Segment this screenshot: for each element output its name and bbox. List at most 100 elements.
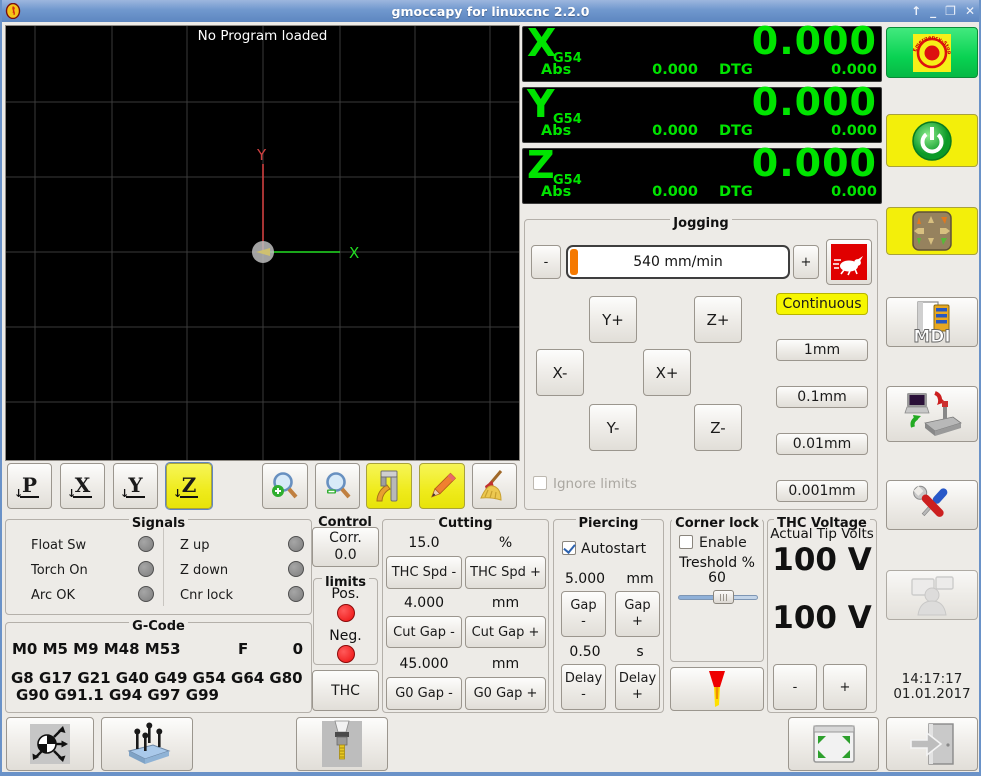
active-g-codes-line2: G90 G91.1 G94 G97 G99: [16, 686, 219, 704]
dimensions-button[interactable]: [366, 463, 412, 509]
touch-plate-icon: [127, 722, 171, 764]
increment-0001mm-button[interactable]: 0.001mm: [776, 480, 868, 502]
threshold-slider[interactable]: [678, 590, 758, 604]
thc-speed-value: 15.0: [408, 535, 440, 551]
zoom-in-button[interactable]: [262, 463, 308, 509]
minimize-button[interactable]: _: [930, 4, 936, 18]
view-x-button[interactable]: ↓ X: [60, 463, 105, 509]
x-axis-label: X: [349, 244, 359, 262]
dro-axis-y[interactable]: Y G54 0.000 Abs 0.000 DTG 0.000: [522, 80, 882, 143]
dro-y-dtg-label: DTG: [719, 123, 753, 139]
mdi-icon-text: MDI: [913, 327, 950, 345]
limit-pos-label: Pos.: [331, 586, 360, 602]
gremlin-preview[interactable]: Y X No Program loaded: [5, 25, 520, 461]
dro-z-dtg-label: DTG: [719, 184, 753, 200]
jog-y-plus-button[interactable]: Y+: [589, 296, 637, 343]
cutting-title: Cutting: [435, 516, 496, 531]
signal-z-up-label: Z up: [180, 538, 210, 553]
dro-y-dtg-value: 0.000: [831, 123, 877, 139]
machine-on-button[interactable]: [886, 114, 978, 167]
jog-speed-slider[interactable]: 540 mm/min: [566, 245, 790, 279]
tool-settings-button[interactable]: [296, 717, 388, 771]
view-z-button[interactable]: ↓ Z: [165, 462, 213, 510]
pierce-delay-minus-button[interactable]: Delay -: [561, 664, 606, 710]
dro-axis-x[interactable]: X G54 0.000 Abs 0.000 DTG 0.000: [522, 19, 882, 82]
maximize-button[interactable]: ❐: [945, 4, 956, 18]
increment-continuous-button[interactable]: Continuous: [776, 293, 868, 315]
volts-minus-button[interactable]: -: [773, 664, 817, 710]
signal-float-sw-label: Float Sw: [31, 538, 87, 553]
signal-torch-on-label: Torch On: [31, 563, 88, 578]
jog-speed-increase-button[interactable]: +: [793, 245, 819, 279]
jog-z-minus-button[interactable]: Z-: [694, 404, 742, 451]
touch-off-button[interactable]: [6, 717, 94, 771]
jog-z-plus-button[interactable]: Z+: [694, 296, 742, 343]
signal-z-up-led: [288, 536, 304, 552]
jog-speed-decrease-button[interactable]: -: [531, 245, 561, 279]
edit-gcode-button[interactable]: [419, 463, 465, 509]
signals-divider: [163, 528, 164, 606]
view-y-button[interactable]: ↓ Y: [113, 463, 158, 509]
dro-axis-z[interactable]: Z G54 0.000 Abs 0.000 DTG 0.000: [522, 141, 882, 204]
mdi-icon: MDI: [913, 301, 951, 345]
fullscreen-button[interactable]: [788, 717, 879, 771]
pierce-delay-unit: s: [636, 644, 644, 660]
jog-x-plus-button[interactable]: X+: [643, 349, 691, 396]
corner-lock-enable-checkbox[interactable]: [679, 535, 693, 549]
user-settings-button[interactable]: [886, 570, 978, 620]
thc-enable-button[interactable]: THC: [312, 670, 379, 711]
thc-speed-minus-button[interactable]: THC Spd -: [386, 556, 462, 589]
preview-toolbar: ↓ P ↓ X ↓ Y ↓ Z: [5, 461, 520, 511]
tool-holder-icon: [322, 720, 362, 767]
tool-origin-marker: [252, 241, 274, 263]
ignore-limits-checkbox[interactable]: [533, 476, 547, 490]
increment-01mm-button[interactable]: 0.1mm: [776, 386, 868, 408]
view-p-button[interactable]: ↓ P: [7, 463, 52, 509]
jog-x-minus-button[interactable]: X-: [536, 349, 584, 396]
dro-z-abs-label: Abs: [541, 184, 572, 200]
jog-y-minus-button[interactable]: Y-: [589, 404, 637, 451]
probe-button[interactable]: [101, 717, 193, 771]
exit-button[interactable]: [886, 717, 978, 771]
gcode-title: G-Code: [129, 619, 188, 634]
dro-y-abs-value: 0.000: [652, 123, 698, 139]
auto-mode-button[interactable]: [886, 386, 978, 442]
exit-door-icon: [910, 723, 954, 765]
zoom-in-icon: [272, 472, 298, 499]
settings-button[interactable]: [886, 480, 978, 530]
torch-button[interactable]: [670, 667, 764, 711]
thc-speed-plus-button[interactable]: THC Spd +: [465, 556, 546, 589]
g0-gap-plus-button[interactable]: G0 Gap +: [465, 677, 546, 710]
fullscreen-icon: [812, 725, 855, 763]
volts-plus-button[interactable]: +: [823, 664, 867, 710]
preview-scene: Y X: [6, 26, 519, 460]
touch-off-origin-icon: [30, 724, 70, 764]
cut-gap-minus-button[interactable]: Cut Gap -: [386, 616, 462, 648]
close-button[interactable]: ✕: [965, 4, 975, 18]
manual-mode-button[interactable]: [886, 207, 978, 255]
threshold-slider-handle[interactable]: [713, 590, 735, 604]
mdi-mode-button[interactable]: MDI: [886, 297, 978, 347]
increment-1mm-button[interactable]: 1mm: [776, 339, 868, 361]
g0-gap-minus-button[interactable]: G0 Gap -: [386, 677, 462, 710]
clear-preview-button[interactable]: [472, 463, 517, 509]
autostart-checkbox[interactable]: [562, 541, 576, 555]
pierce-delay-plus-button[interactable]: Delay +: [615, 664, 660, 710]
pierce-gap-minus-button[interactable]: Gap -: [561, 591, 606, 637]
shade-window-button[interactable]: ↑: [911, 4, 921, 18]
power-icon: [912, 120, 952, 161]
clock: 14:17:17 01.01.2017: [886, 672, 978, 702]
pierce-gap-plus-button[interactable]: Gap +: [615, 591, 660, 637]
cut-gap-plus-button[interactable]: Cut Gap +: [465, 616, 546, 648]
height-correction-button[interactable]: Corr. 0.0: [312, 527, 379, 567]
increment-001mm-button[interactable]: 0.01mm: [776, 433, 868, 455]
signals-title: Signals: [128, 516, 189, 531]
zoom-out-button[interactable]: [315, 463, 360, 509]
turtle-rabbit-toggle-button[interactable]: [826, 239, 872, 285]
dro-z-dtg-value: 0.000: [831, 184, 877, 200]
tools-settings-icon: [913, 485, 948, 517]
view-x-label: X: [72, 472, 93, 498]
signal-z-down-led: [288, 561, 304, 577]
cut-gap-unit: mm: [491, 595, 520, 611]
estop-button[interactable]: Emergency-Stop: [886, 27, 978, 78]
